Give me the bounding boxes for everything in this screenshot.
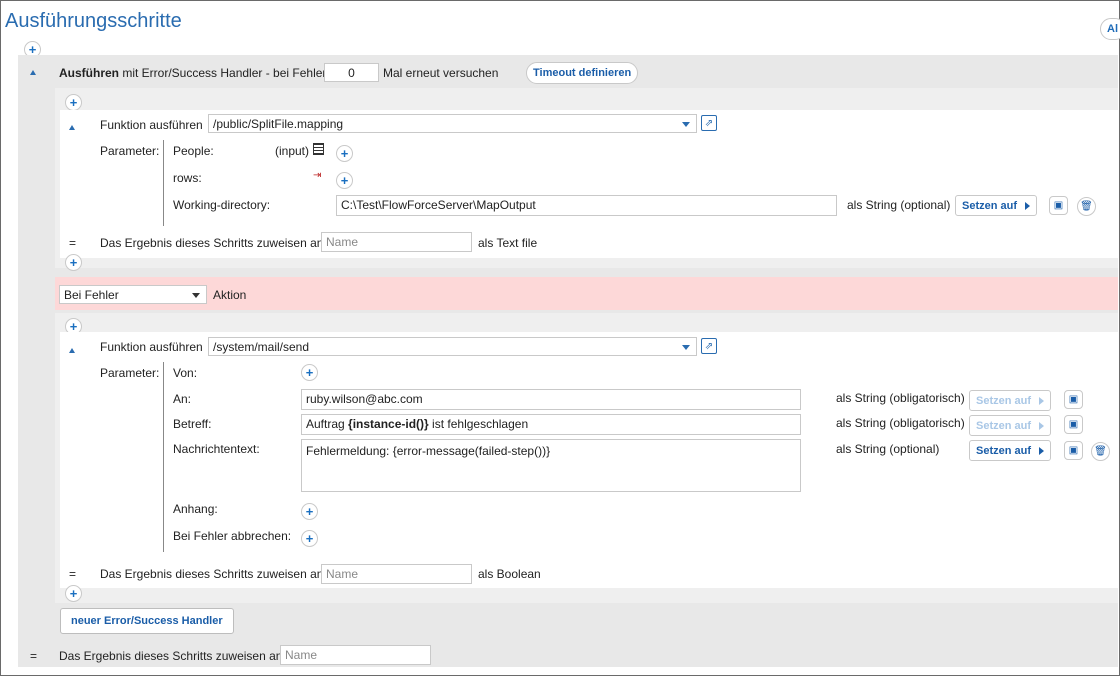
- expression-icon[interactable]: ▣: [1049, 196, 1068, 215]
- workdir-type: als String (optional): [847, 198, 951, 212]
- retry-count-input[interactable]: 0: [324, 63, 379, 82]
- plus-icon: +: [305, 365, 314, 380]
- param-abbrechen-label: Bei Fehler abbrechen:: [173, 529, 292, 543]
- step1-result-label: Das Ergebnis dieses Schritts zuweisen an: [100, 236, 324, 250]
- param-nachricht-label: Nachrichtentext:: [173, 442, 260, 456]
- open-function-icon[interactable]: ⇗: [701, 115, 717, 131]
- document-icon: [313, 143, 324, 155]
- param-people-label: People:: [173, 144, 214, 158]
- parameter-divider: [163, 140, 164, 226]
- step1-result-type: als Text file: [478, 236, 538, 250]
- plus-icon: +: [69, 255, 78, 270]
- param-rows-label: rows:: [173, 171, 202, 185]
- param-an-label: An:: [173, 392, 192, 406]
- handler-type-select[interactable]: Bei Fehler: [59, 285, 207, 304]
- an-type: als String (obligatorisch): [836, 391, 965, 405]
- plus-icon: +: [340, 146, 349, 161]
- outer-result-label: Das Ergebnis dieses Schritts zuweisen an: [59, 649, 283, 663]
- delete-icon[interactable]: 🗑: [1091, 442, 1110, 461]
- arrow-right-icon: [1025, 202, 1031, 211]
- outer-step-label: Ausführen mit Error/Success Handler - be…: [59, 66, 327, 80]
- plus-icon: +: [305, 504, 314, 519]
- param-anhang-label: Anhang:: [173, 502, 218, 516]
- result-eq: =: [69, 236, 77, 250]
- chevron-down-icon: [682, 122, 690, 127]
- setzen-auf-button[interactable]: Setzen auf: [955, 195, 1038, 216]
- plus-icon: +: [69, 586, 78, 601]
- add-param-rows-button[interactable]: +: [336, 172, 353, 189]
- add-step-above-button[interactable]: +: [65, 94, 82, 111]
- plus-icon: +: [340, 173, 349, 188]
- top-right-button[interactable]: Al: [1100, 18, 1120, 40]
- arrow-right-icon: [1039, 422, 1045, 431]
- nachricht-type: als String (optional): [836, 442, 940, 456]
- add-param-von-button[interactable]: +: [301, 364, 318, 381]
- betreff-input[interactable]: Auftrag {instance-id()} ist fehlgeschlag…: [301, 414, 801, 435]
- plus-icon: +: [305, 531, 314, 546]
- param-people-hint: (input): [275, 144, 310, 158]
- parameter-label: Parameter:: [100, 144, 160, 158]
- open-function-icon[interactable]: ⇗: [701, 338, 717, 354]
- step2-function-select[interactable]: /system/mail/send: [208, 337, 697, 356]
- nachricht-textarea[interactable]: Fehlermeldung: {error-message(failed-ste…: [301, 439, 801, 492]
- parameter-label: Parameter:: [100, 366, 160, 380]
- add-step-below-button[interactable]: +: [65, 254, 82, 271]
- arrow-right-icon: [1039, 397, 1045, 406]
- page-title: Ausführungsschritte: [5, 10, 182, 32]
- chevron-down-icon: [682, 345, 690, 350]
- add-param-people-button[interactable]: +: [336, 145, 353, 162]
- step2-label: Funktion ausführen: [100, 340, 203, 354]
- outer-result-name-input[interactable]: Name: [280, 645, 431, 665]
- setzen-auf-button[interactable]: Setzen auf: [969, 415, 1052, 436]
- betreff-type: als String (obligatorisch): [836, 416, 965, 430]
- retry-suffix: Mal erneut versuchen: [383, 66, 499, 80]
- delete-icon[interactable]: 🗑: [1077, 197, 1096, 216]
- add-param-anhang-button[interactable]: +: [301, 503, 318, 520]
- collapse-triangle-icon[interactable]: [30, 70, 36, 75]
- plus-icon: +: [69, 95, 78, 110]
- arrow-right-icon: [1039, 447, 1045, 456]
- step1-label: Funktion ausführen: [100, 118, 203, 132]
- chevron-down-icon: [192, 293, 200, 298]
- parameter-divider: [163, 362, 164, 552]
- param-betreff-label: Betreff:: [173, 417, 212, 431]
- result-eq: =: [69, 567, 77, 581]
- step2-result-name-input[interactable]: Name: [321, 564, 472, 584]
- step1-result-name-input[interactable]: Name: [321, 232, 472, 252]
- expression-icon[interactable]: ▣: [1064, 390, 1083, 409]
- rows-icon: ⇥: [313, 170, 322, 181]
- setzen-auf-button[interactable]: Setzen auf: [969, 440, 1052, 461]
- collapse-triangle-icon[interactable]: [69, 125, 75, 130]
- new-handler-button[interactable]: neuer Error/Success Handler: [60, 608, 234, 634]
- add-param-abbrechen-button[interactable]: +: [301, 530, 318, 547]
- setzen-auf-button[interactable]: Setzen auf: [969, 390, 1052, 411]
- collapse-triangle-icon[interactable]: [69, 348, 75, 353]
- timeout-define-button[interactable]: Timeout definieren: [526, 62, 639, 84]
- step2-result-type: als Boolean: [478, 567, 541, 581]
- param-workdir-label: Working-directory:: [173, 198, 271, 212]
- expression-icon[interactable]: ▣: [1064, 441, 1083, 460]
- an-input[interactable]: ruby.wilson@abc.com: [301, 389, 801, 410]
- step1-function-select[interactable]: /public/SplitFile.mapping: [208, 114, 697, 133]
- param-von-label: Von:: [173, 366, 198, 380]
- step2-result-label: Das Ergebnis dieses Schritts zuweisen an: [100, 567, 324, 581]
- add-step-below-button[interactable]: +: [65, 585, 82, 602]
- outer-result-eq: =: [30, 649, 38, 663]
- expression-icon[interactable]: ▣: [1064, 415, 1083, 434]
- action-label: Aktion: [213, 288, 247, 302]
- workdir-input[interactable]: C:\Test\FlowForceServer\MapOutput: [336, 195, 837, 216]
